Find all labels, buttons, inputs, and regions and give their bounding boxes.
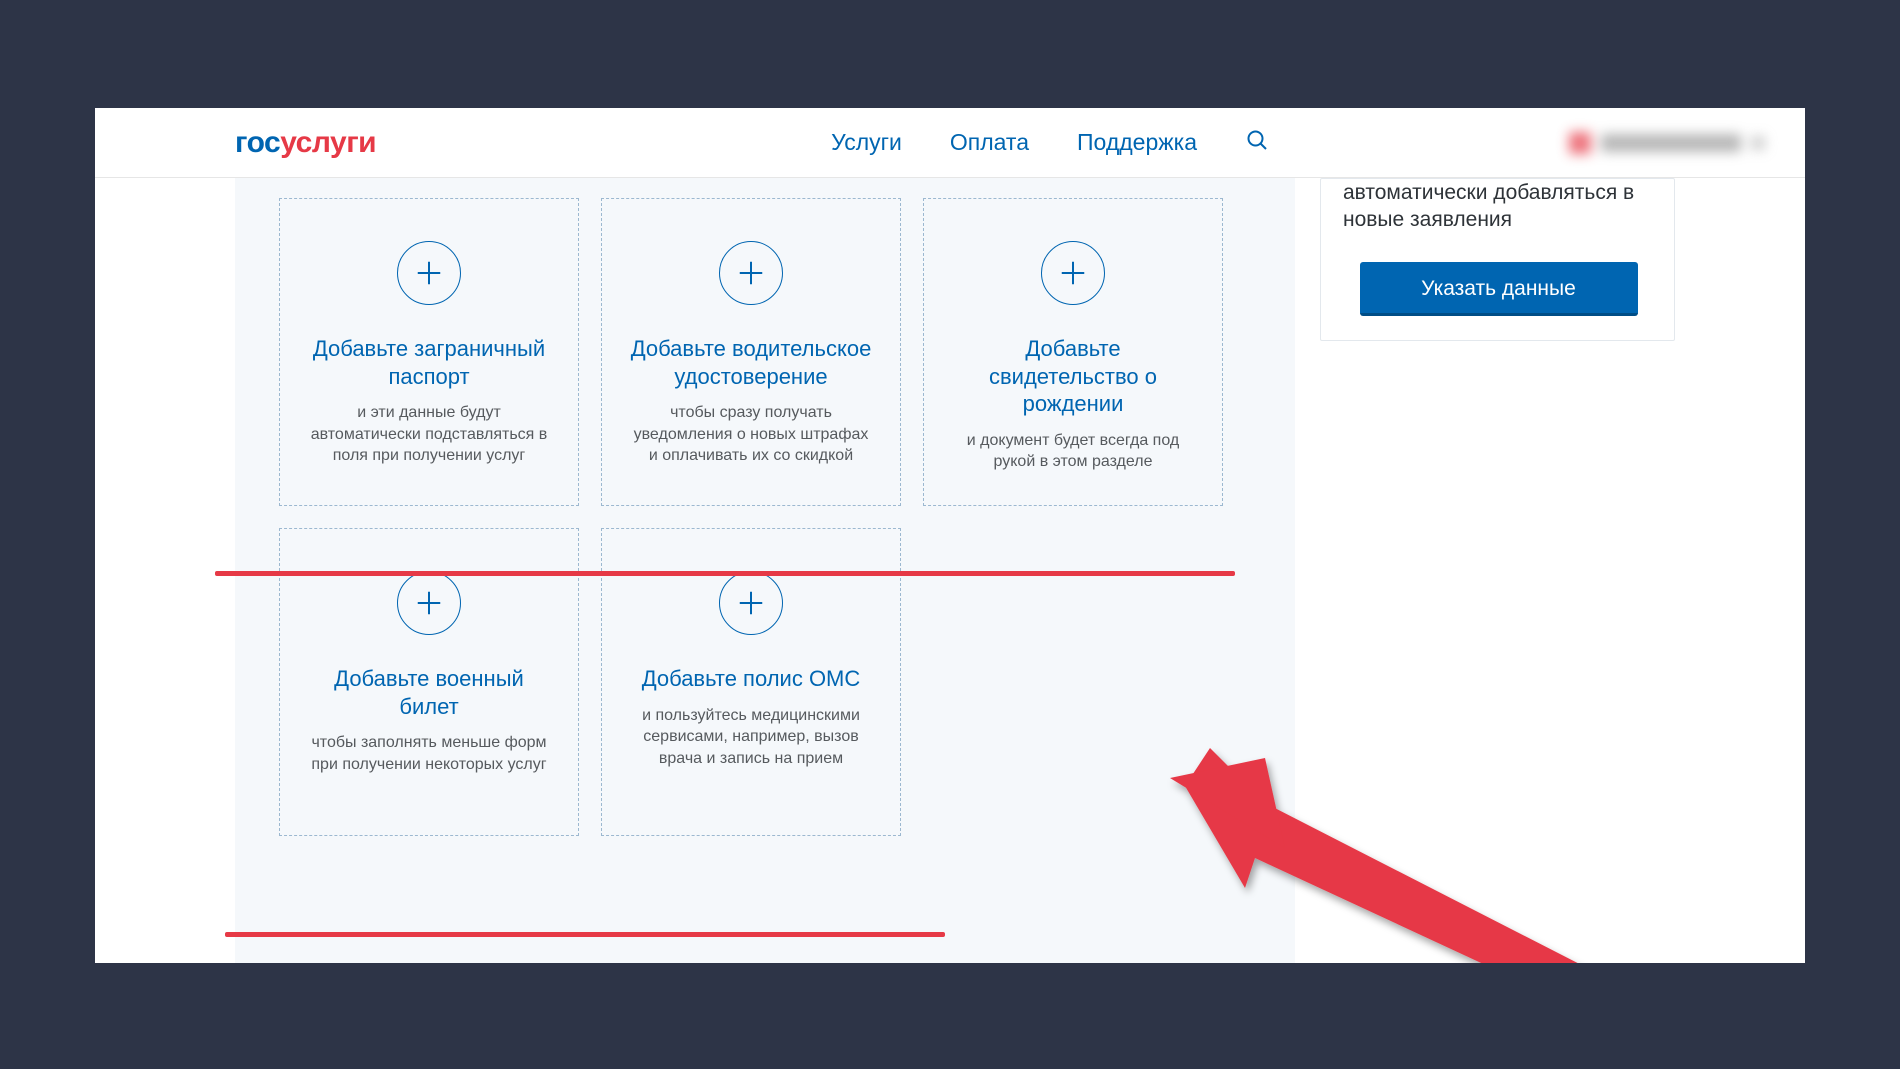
header: гос услуги Услуги Оплата Поддержка — [95, 108, 1805, 178]
doc-card-desc: и эти данные будут автоматически подстав… — [306, 402, 552, 467]
avatar — [1569, 132, 1591, 154]
nav-support[interactable]: Поддержка — [1077, 129, 1197, 156]
user-menu-icon — [1751, 136, 1765, 150]
main-nav: Услуги Оплата Поддержка — [831, 128, 1269, 157]
doc-card-desc: чтобы сразу получать уведомления о новых… — [628, 402, 874, 467]
annotation-underline-1 — [215, 571, 1235, 576]
logo-part-gos: гос — [235, 126, 280, 160]
doc-card-desc: чтобы заполнять меньше форм при получени… — [306, 732, 552, 775]
doc-card-title: Добавьте военный билет — [306, 665, 552, 720]
cards-row-1: Добавьте заграничный паспорт и эти данны… — [279, 198, 1251, 506]
user-name-blurred — [1601, 134, 1741, 152]
doc-card-driver-license[interactable]: Добавьте водительское удостоверение чтоб… — [601, 198, 901, 506]
nav-payment[interactable]: Оплата — [950, 129, 1029, 156]
plus-icon — [1041, 241, 1105, 305]
content: Добавьте заграничный паспорт и эти данны… — [95, 178, 1805, 963]
doc-card-title: Добавьте заграничный паспорт — [306, 335, 552, 390]
plus-icon — [719, 241, 783, 305]
nav-services[interactable]: Услуги — [831, 129, 902, 156]
browser-window: гос услуги Услуги Оплата Поддержка — [95, 108, 1805, 963]
user-account-area[interactable] — [1569, 132, 1765, 154]
doc-card-desc: и пользуйтесь медицинскими сервисами, на… — [628, 705, 874, 770]
doc-card-title: Добавьте водительское удостоверение — [628, 335, 874, 390]
annotation-underline-2 — [225, 932, 945, 937]
doc-card-birth-certificate[interactable]: Добавьте свидетельство о рождении и доку… — [923, 198, 1223, 506]
logo[interactable]: гос услуги — [235, 126, 376, 160]
doc-card-foreign-passport[interactable]: Добавьте заграничный паспорт и эти данны… — [279, 198, 579, 506]
doc-card-title: Добавьте свидетельство о рождении — [950, 335, 1196, 418]
plus-icon — [397, 241, 461, 305]
sidebar-info-card: автоматически добавляться в новые заявле… — [1320, 178, 1675, 341]
specify-data-button[interactable]: Указать данные — [1360, 262, 1638, 316]
doc-card-title: Добавьте полис ОМС — [642, 665, 861, 693]
plus-icon — [719, 571, 783, 635]
search-icon[interactable] — [1245, 128, 1269, 157]
sidebar-info-text: автоматически добавляться в новые заявле… — [1343, 179, 1654, 234]
plus-icon — [397, 571, 461, 635]
logo-part-uslugi: услуги — [280, 126, 376, 160]
doc-card-desc: и документ будет всегда под рукой в этом… — [950, 430, 1196, 473]
